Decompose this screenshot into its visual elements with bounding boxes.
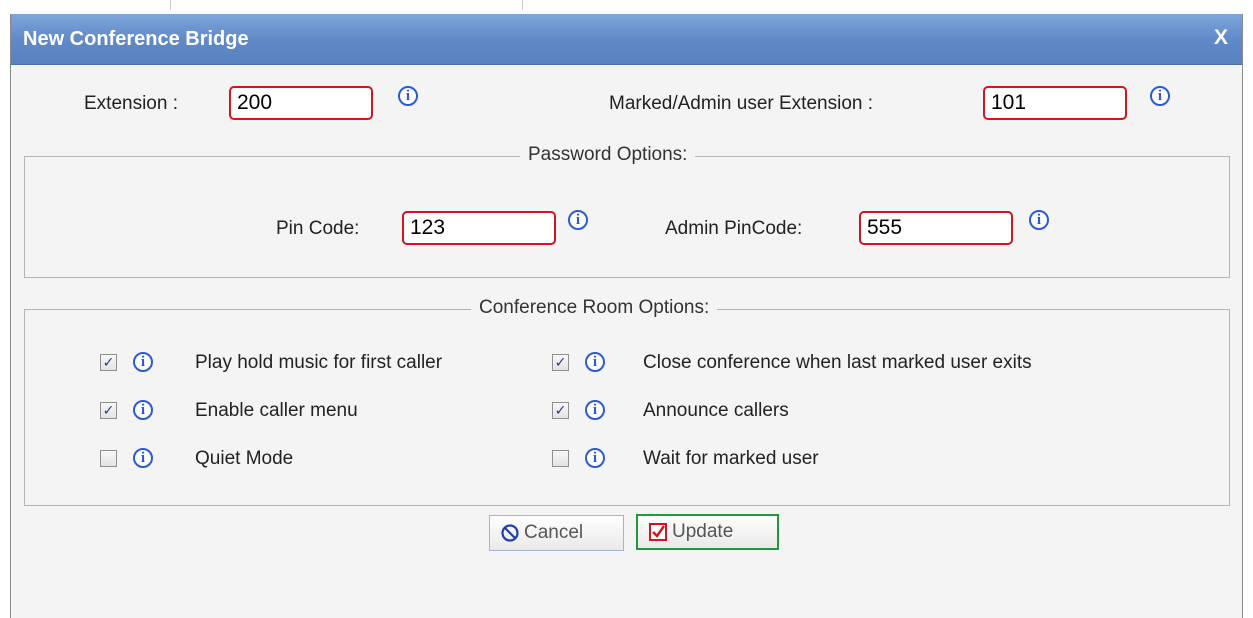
conference-room-options-legend: Conference Room Options: bbox=[471, 297, 718, 319]
cancel-button[interactable]: Cancel bbox=[489, 515, 624, 551]
admin-extension-label: Marked/Admin user Extension : bbox=[609, 93, 874, 114]
wait-for-marked-user-label: Wait for marked user bbox=[643, 448, 819, 469]
info-icon[interactable]: i bbox=[1029, 210, 1049, 230]
admin-pin-code-label: Admin PinCode: bbox=[665, 218, 803, 239]
extension-label: Extension : bbox=[84, 93, 178, 114]
wait-for-marked-user-checkbox[interactable] bbox=[552, 450, 569, 467]
cancel-icon bbox=[500, 523, 520, 543]
extension-input[interactable] bbox=[229, 86, 373, 120]
checkbox-icon bbox=[648, 522, 668, 542]
info-icon[interactable]: i bbox=[585, 400, 605, 420]
pin-code-input[interactable] bbox=[402, 211, 556, 245]
info-icon[interactable]: i bbox=[1150, 86, 1170, 106]
close-conference-checkbox[interactable]: ✓ bbox=[552, 354, 569, 371]
info-icon[interactable]: i bbox=[585, 352, 605, 372]
play-hold-music-label: Play hold music for first caller bbox=[195, 352, 443, 373]
page: New Conference Bridge X Extension : i Ma… bbox=[0, 0, 1253, 618]
quiet-mode-checkbox[interactable] bbox=[100, 450, 117, 467]
info-icon[interactable]: i bbox=[585, 448, 605, 468]
info-icon[interactable]: i bbox=[133, 448, 153, 468]
close-icon[interactable]: X bbox=[1214, 26, 1228, 50]
play-hold-music-checkbox[interactable]: ✓ bbox=[100, 354, 117, 371]
cancel-label: Cancel bbox=[524, 522, 584, 543]
pin-code-label: Pin Code: bbox=[276, 218, 360, 239]
announce-callers-checkbox[interactable]: ✓ bbox=[552, 402, 569, 419]
info-icon[interactable]: i bbox=[133, 400, 153, 420]
info-icon[interactable]: i bbox=[398, 86, 418, 106]
info-icon[interactable]: i bbox=[133, 352, 153, 372]
close-conference-label: Close conference when last marked user e… bbox=[643, 352, 1032, 373]
update-label: Update bbox=[672, 521, 734, 542]
quiet-mode-label: Quiet Mode bbox=[195, 448, 294, 469]
dialog-titlebar: New Conference Bridge X bbox=[11, 14, 1242, 65]
conference-bridge-dialog: New Conference Bridge X Extension : i Ma… bbox=[10, 14, 1243, 618]
admin-extension-input[interactable] bbox=[983, 86, 1127, 120]
enable-caller-menu-checkbox[interactable]: ✓ bbox=[100, 402, 117, 419]
dialog-title: New Conference Bridge bbox=[23, 28, 249, 50]
password-options-fieldset: Password Options: Pin Code: i Admin PinC… bbox=[24, 144, 1230, 278]
background-window bbox=[0, 0, 1253, 14]
announce-callers-label: Announce callers bbox=[643, 400, 789, 421]
enable-caller-menu-label: Enable caller menu bbox=[195, 400, 358, 421]
admin-pin-code-input[interactable] bbox=[859, 211, 1013, 245]
update-button[interactable]: Update bbox=[636, 514, 779, 550]
password-options-legend: Password Options: bbox=[520, 144, 696, 166]
info-icon[interactable]: i bbox=[568, 210, 588, 230]
conference-room-options-fieldset: Conference Room Options: ✓ i Play hold m… bbox=[24, 297, 1230, 506]
